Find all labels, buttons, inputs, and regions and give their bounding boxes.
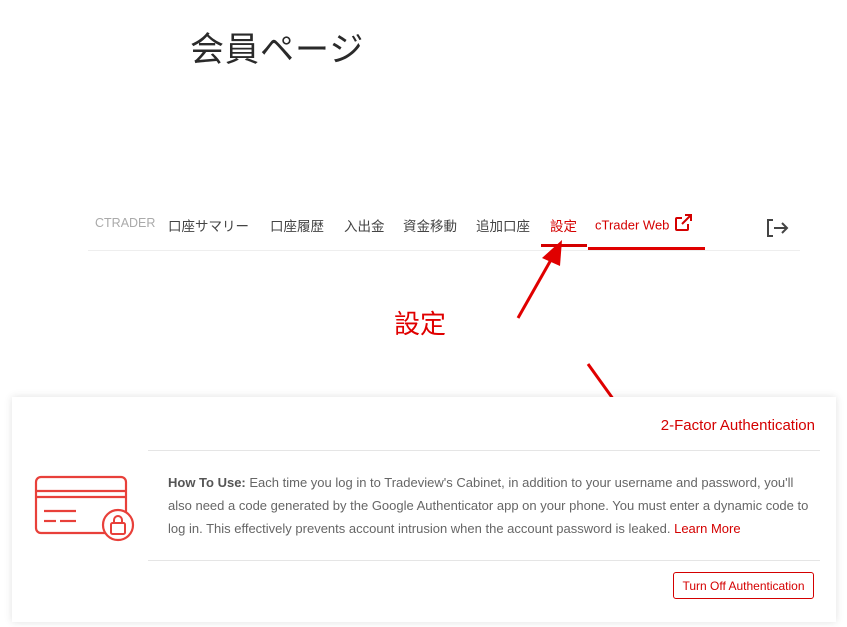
how-to-use-label: How To Use: (168, 475, 246, 490)
card-title: 2-Factor Authentication (660, 417, 815, 434)
nav-item-ctrader[interactable]: CTRADER (95, 216, 155, 230)
learn-more-link[interactable]: Learn More (674, 521, 740, 536)
logout-icon[interactable] (764, 216, 790, 240)
settings-active-underline (541, 244, 587, 247)
ctrader-web-label: cTrader Web (595, 217, 670, 233)
card-divider-top (148, 450, 820, 451)
nav-item-add-account[interactable]: 追加口座 (476, 215, 530, 235)
main-nav: CTRADER 口座サマリー 口座履歴 入出金 資金移動 追加口座 設定 cTr… (88, 205, 800, 251)
nav-item-settings[interactable]: 設定 (550, 215, 577, 235)
two-factor-card: 2-Factor Authentication How To Use: Each… (12, 397, 836, 622)
page-title: 会員ページ (190, 30, 365, 70)
external-link-icon (675, 214, 693, 231)
credit-card-lock-icon (34, 475, 135, 542)
nav-item-deposit-withdraw[interactable]: 入出金 (344, 215, 385, 235)
annotation-arrow-to-settings (516, 257, 554, 319)
card-divider-bottom (148, 560, 820, 561)
annotation-settings-label: 設定 (394, 310, 447, 340)
nav-item-account-summary[interactable]: 口座サマリー (168, 215, 249, 235)
card-description: How To Use: Each time you log in to Trad… (168, 471, 818, 540)
turn-off-authentication-button[interactable]: Turn Off Authentication (673, 572, 814, 599)
nav-item-account-history[interactable]: 口座履歴 (270, 215, 324, 235)
nav-item-ctrader-web[interactable]: cTrader Web (595, 214, 693, 236)
nav-item-fund-transfer[interactable]: 資金移動 (403, 215, 457, 235)
ctrader-web-highlight-underline (588, 247, 705, 250)
